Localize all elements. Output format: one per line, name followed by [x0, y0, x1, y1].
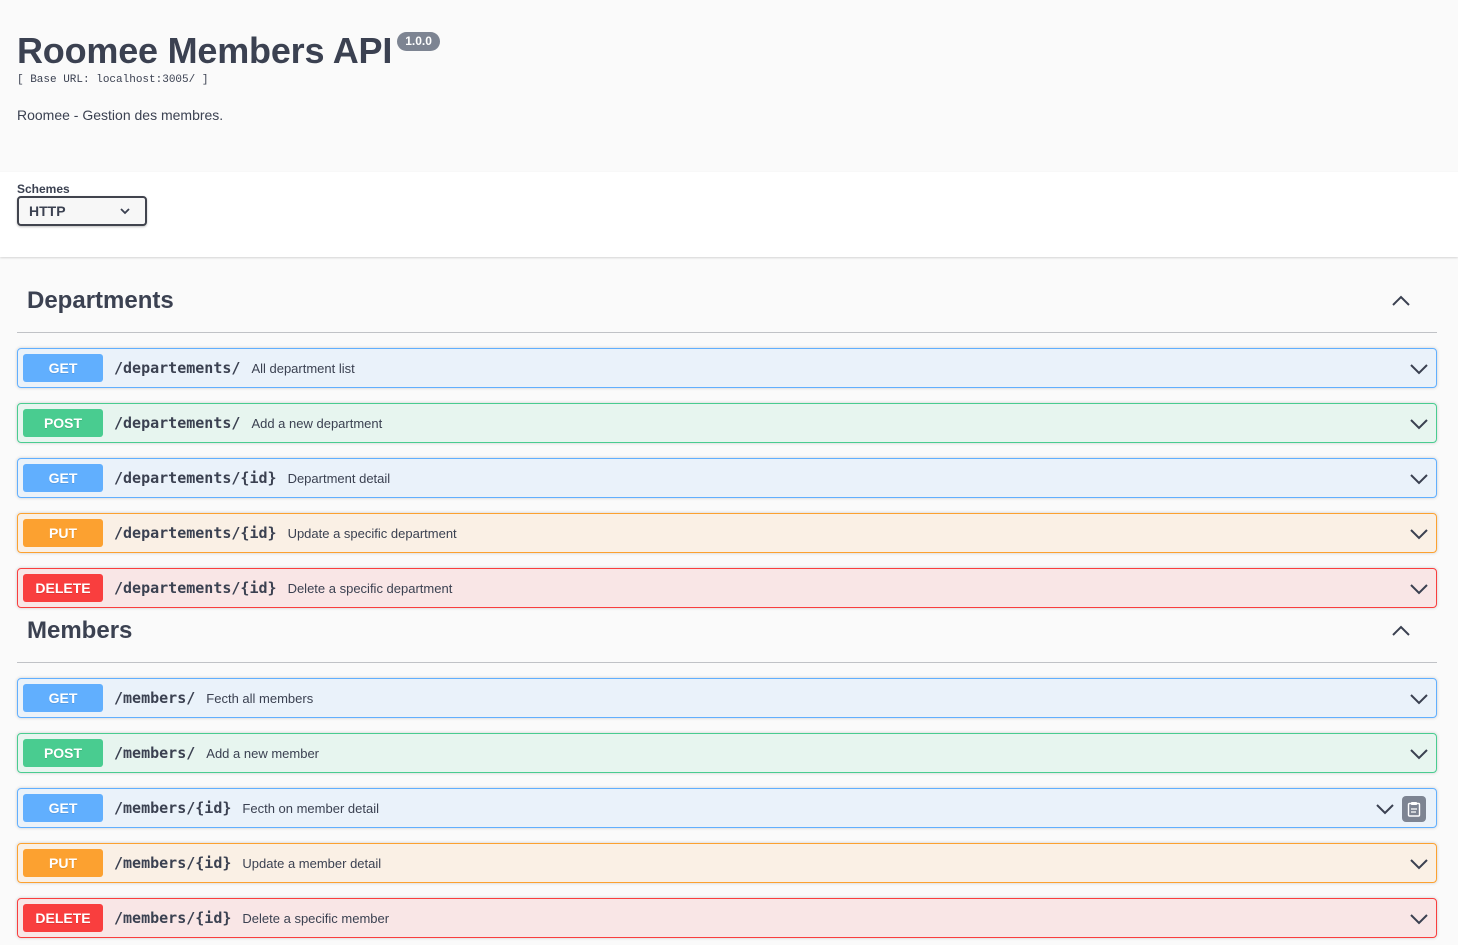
operation-get-departement-id[interactable]: GET /departements/{id} Department detail	[17, 458, 1437, 498]
chevron-down-icon[interactable]	[1410, 418, 1428, 430]
api-info: Roomee Members API 1.0.0 [ Base URL: loc…	[17, 28, 440, 123]
operation-summary: Fecth all members	[206, 690, 314, 706]
operation-summary: Update a member detail	[242, 855, 382, 871]
chevron-down-icon[interactable]	[1410, 913, 1428, 925]
operation-get-members[interactable]: GET /members/ Fecth all members	[17, 678, 1437, 718]
api-title: Roomee Members API	[17, 30, 393, 71]
operation-path: /members/	[114, 689, 196, 707]
tag-section-members: Members GET /members/ Fecth all members …	[17, 599, 1437, 938]
operation-get-departements[interactable]: GET /departements/ All department list	[17, 348, 1437, 388]
chevron-down-icon[interactable]	[1410, 583, 1428, 595]
chevron-down-icon[interactable]	[1410, 858, 1428, 870]
operation-summary: Fecth on member detail	[242, 800, 379, 816]
title-row: Roomee Members API 1.0.0	[17, 28, 440, 74]
tag-header-members[interactable]: Members	[17, 599, 1437, 663]
scheme-select[interactable]: HTTP	[17, 196, 147, 226]
tag-header-departments[interactable]: Departments	[17, 269, 1437, 333]
tag-section-departments: Departments GET /departements/ All depar…	[17, 269, 1437, 608]
operation-summary: Add a new department	[251, 415, 383, 431]
operation-summary: All department list	[251, 360, 355, 376]
method-badge: POST	[23, 739, 103, 767]
chevron-down-icon[interactable]	[1410, 473, 1428, 485]
method-badge: GET	[23, 464, 103, 492]
method-badge: PUT	[23, 519, 103, 547]
operation-post-members[interactable]: POST /members/ Add a new member	[17, 733, 1437, 773]
chevron-up-icon[interactable]	[1391, 295, 1411, 307]
operation-summary: Delete a specific department	[287, 580, 453, 596]
schemes-label: Schemes	[17, 182, 70, 196]
api-description: Roomee - Gestion des membres.	[17, 107, 224, 123]
method-badge: GET	[23, 354, 103, 382]
scheme-selected-value: HTTP	[29, 203, 66, 219]
operation-path: /members/{id}	[114, 854, 232, 872]
method-badge: GET	[23, 794, 103, 822]
schemes-container: Schemes HTTP	[0, 172, 1458, 257]
operation-path: /members/{id}	[114, 909, 232, 927]
operation-path: /departements/{id}	[114, 579, 277, 597]
copy-to-clipboard-button[interactable]	[1402, 796, 1426, 822]
method-badge: DELETE	[23, 904, 103, 932]
operation-path: /departements/{id}	[114, 469, 277, 487]
operation-path: /departements/	[114, 414, 241, 432]
base-url: [ Base URL: localhost:3005/ ]	[17, 74, 209, 86]
operation-put-departement-id[interactable]: PUT /departements/{id} Update a specific…	[17, 513, 1437, 553]
operation-path: /members/	[114, 744, 196, 762]
operation-summary: Delete a specific member	[242, 910, 390, 926]
chevron-down-icon[interactable]	[1376, 803, 1394, 815]
operation-summary: Add a new member	[206, 745, 320, 761]
chevron-down-icon[interactable]	[1410, 748, 1428, 760]
chevron-up-icon[interactable]	[1391, 625, 1411, 637]
chevron-down-icon[interactable]	[1410, 693, 1428, 705]
operation-summary: Update a specific department	[287, 525, 457, 541]
chevron-down-icon	[120, 208, 130, 215]
operation-path: /departements/	[114, 359, 241, 377]
tag-name: Members	[27, 616, 133, 644]
method-badge: DELETE	[23, 574, 103, 602]
operation-summary: Department detail	[287, 470, 391, 486]
method-badge: POST	[23, 409, 103, 437]
method-badge: PUT	[23, 849, 103, 877]
operation-path: /departements/{id}	[114, 524, 277, 542]
operation-post-departements[interactable]: POST /departements/ Add a new department	[17, 403, 1437, 443]
operation-path: /members/{id}	[114, 799, 232, 817]
chevron-down-icon[interactable]	[1410, 363, 1428, 375]
clipboard-icon	[1407, 802, 1421, 817]
operation-get-member-id[interactable]: GET /members/{id} Fecth on member detail	[17, 788, 1437, 828]
operation-delete-member-id[interactable]: DELETE /members/{id} Delete a specific m…	[17, 898, 1437, 938]
chevron-down-icon[interactable]	[1410, 528, 1428, 540]
tag-name: Departments	[27, 286, 174, 314]
version-badge: 1.0.0	[397, 32, 440, 51]
operation-put-member-id[interactable]: PUT /members/{id} Update a member detail	[17, 843, 1437, 883]
method-badge: GET	[23, 684, 103, 712]
